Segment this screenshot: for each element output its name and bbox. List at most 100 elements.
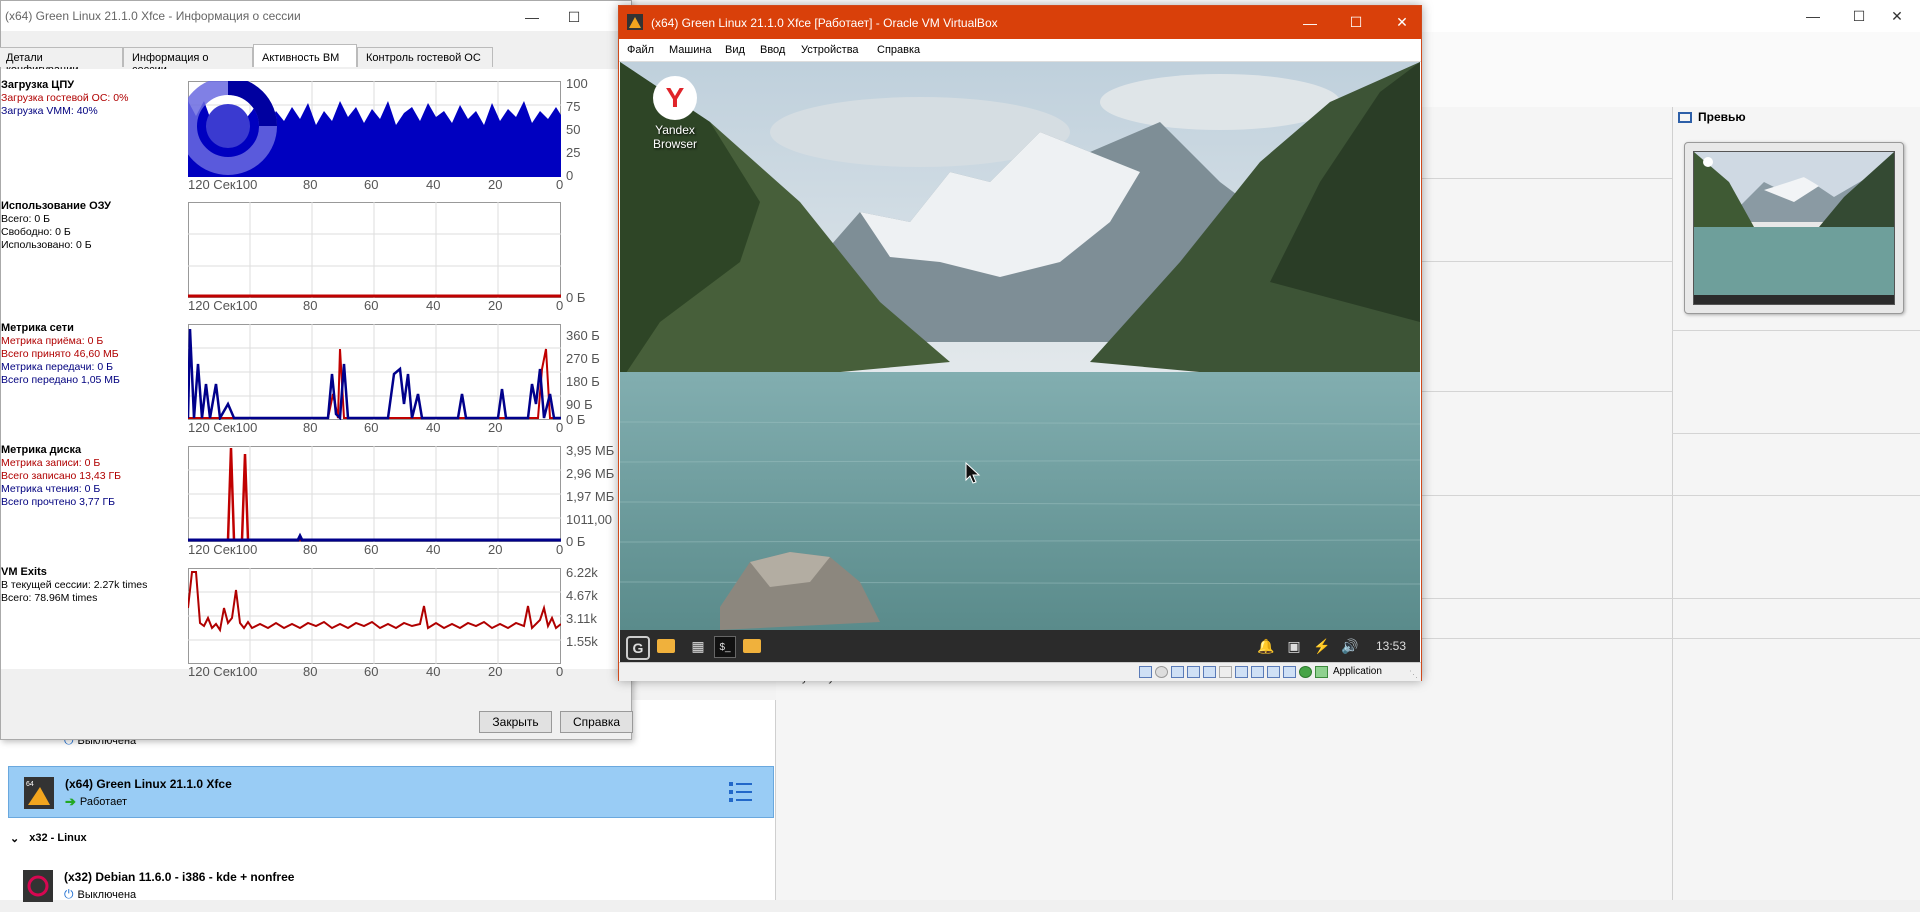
close-icon[interactable]: ✕	[1379, 6, 1425, 39]
tab-guest-control[interactable]: Контроль гостевой ОС	[357, 47, 493, 67]
cpu-x-axis: 120 Сек100 80 60 40 20 0	[188, 177, 564, 192]
disk-write-rate: Метрика записи: 0 Б	[1, 457, 101, 469]
ram-used: Использовано: 0 Б	[1, 239, 92, 251]
host-key-icon[interactable]	[1299, 666, 1312, 678]
session-titlebar: (x64) Green Linux 21.1.0 Xfce - Информац…	[1, 1, 631, 31]
cpu-y-75: 75	[566, 99, 581, 114]
ram-total: Всего: 0 Б	[1, 213, 51, 225]
net-y-360: 360 Б	[566, 328, 600, 343]
apps-grid-icon[interactable]: ▦	[688, 636, 708, 656]
yandex-browser-icon: Y	[653, 76, 697, 120]
debian-icon	[23, 870, 53, 902]
vm-details-menu-icon[interactable]	[729, 781, 753, 803]
host-key-label: Application	[1333, 666, 1382, 677]
close-icon[interactable]: ✕	[1874, 0, 1920, 32]
disk-x-axis: 120 Сек100 80 60 40 20 0	[188, 542, 564, 557]
mouse-pointer-icon	[965, 461, 981, 487]
net-graph	[188, 324, 561, 420]
vm-os-icon: 64	[24, 777, 54, 809]
power-manager-icon[interactable]: ⚡	[1312, 636, 1332, 656]
net-heading: Метрика сети	[1, 322, 74, 334]
folder-icon[interactable]	[656, 636, 676, 656]
resize-grip-icon[interactable]: ⋱	[1409, 669, 1418, 680]
vm-window: (x64) Green Linux 21.1.0 Xfce [Работает]…	[618, 5, 1422, 681]
app-menu-icon[interactable]: G	[626, 636, 650, 660]
virtualbox-app-icon	[627, 14, 643, 30]
cpu-graph	[188, 81, 561, 177]
exits-total: Всего: 78.96M times	[1, 592, 98, 604]
exits-graph	[188, 568, 561, 664]
bell-icon[interactable]: 🔔	[1256, 636, 1276, 656]
mouse-integration-icon[interactable]	[1283, 666, 1296, 678]
vtx-status-icon[interactable]	[1267, 666, 1280, 678]
net-metric-labels: Метрика сети Метрика приёма: 0 Б Всего п…	[1, 322, 120, 387]
menu-file[interactable]: Файл	[627, 44, 654, 56]
exits-metric-labels: VM Exits В текущей сессии: 2.27k times В…	[1, 566, 147, 605]
minimize-icon[interactable]: —	[1287, 6, 1333, 39]
terminal-icon[interactable]: $_	[714, 636, 736, 658]
hdd-status-icon[interactable]	[1139, 666, 1152, 678]
minimize-icon[interactable]: —	[509, 1, 555, 33]
help-button[interactable]: Справка	[560, 711, 633, 733]
usb-status-icon[interactable]	[1203, 666, 1216, 678]
guest-taskbar: G ▦ $_ 🔔 ▣ ⚡ 🔊 13:53	[620, 630, 1420, 662]
vm-titlebar: (x64) Green Linux 21.1.0 Xfce [Работает]…	[619, 6, 1421, 39]
svg-text:64: 64	[26, 781, 34, 788]
cpu-heading: Загрузка ЦПУ	[1, 79, 75, 91]
exits-x-axis: 120 Сек100 80 60 40 20 0	[188, 664, 564, 679]
volume-icon[interactable]: 🔊	[1340, 636, 1360, 656]
keyboard-capture-icon[interactable]	[1315, 666, 1328, 678]
vm-statusbar: Application ⋱	[619, 662, 1421, 681]
disk-read-rate: Метрика чтения: 0 Б	[1, 483, 101, 495]
vm-window-title: (x64) Green Linux 21.1.0 Xfce [Работает]…	[651, 16, 998, 30]
menu-input[interactable]: Ввод	[760, 44, 785, 56]
maximize-icon[interactable]: ☐	[551, 1, 597, 33]
menu-view[interactable]: Вид	[725, 44, 745, 56]
network-status-icon[interactable]	[1187, 666, 1200, 678]
preview-header[interactable]: Превью	[1678, 110, 1746, 124]
tab-vm-activity[interactable]: Активность ВМ	[253, 44, 357, 67]
exits-y-155: 1.55k	[566, 634, 598, 649]
shared-folders-icon[interactable]	[1219, 666, 1232, 678]
vm-name: (x64) Green Linux 21.1.0 Xfce	[65, 777, 232, 791]
cpu-guest-load: Загрузка гостевой ОС: 0%	[1, 92, 129, 104]
audio-status-icon[interactable]	[1171, 666, 1184, 678]
recording-status-icon[interactable]	[1251, 666, 1264, 678]
desktop-icon-yandex[interactable]: Y Yandex Browser	[640, 76, 710, 151]
exits-y-622: 6.22k	[566, 565, 598, 580]
vm-list-item-selected[interactable]: 64 (x64) Green Linux 21.1.0 Xfce ➔ Работ…	[8, 766, 774, 818]
disk-metric-labels: Метрика диска Метрика записи: 0 Б Всего …	[1, 444, 121, 509]
workspace-icon[interactable]: ▣	[1284, 636, 1304, 656]
cpu-y-100: 100	[566, 76, 588, 91]
chevron-down-icon: ⌄	[10, 833, 20, 845]
menu-devices[interactable]: Устройства	[801, 44, 859, 56]
maximize-icon[interactable]: ☐	[1333, 6, 1379, 39]
net-receive-rate: Метрика приёма: 0 Б	[1, 335, 104, 347]
running-arrow-icon: ➔	[65, 794, 76, 809]
disk-y-395: 3,95 МБ	[566, 443, 615, 458]
close-button[interactable]: Закрыть	[479, 711, 552, 733]
exits-heading: VM Exits	[1, 566, 47, 578]
ram-graph	[188, 202, 561, 298]
disk-heading: Метрика диска	[1, 444, 82, 456]
net-y-90: 90 Б	[566, 397, 593, 412]
exits-y-467: 4.67k	[566, 588, 598, 603]
window-title: (x64) Green Linux 21.1.0 Xfce - Информац…	[5, 9, 301, 23]
optical-status-icon[interactable]	[1155, 666, 1168, 678]
menu-help[interactable]: Справка	[877, 44, 920, 56]
display-status-icon[interactable]	[1235, 666, 1248, 678]
minimize-icon[interactable]: —	[1790, 0, 1836, 32]
disk-graph	[188, 446, 561, 542]
vm-state: Работает	[79, 796, 127, 808]
monitor-icon	[1678, 111, 1692, 123]
ram-free: Свободно: 0 Б	[1, 226, 71, 238]
vm-list-item[interactable]: (x32) Debian 11.6.0 - i386 - kde + nonfr…	[8, 860, 774, 912]
vm-group-header[interactable]: ⌄ x32 - Linux	[10, 832, 87, 845]
preview-thumbnail	[1684, 142, 1904, 314]
tab-session-info[interactable]: Информация о сессии	[123, 47, 253, 76]
cpu-y-25: 25	[566, 145, 581, 160]
files-icon[interactable]	[742, 636, 762, 656]
menu-machine[interactable]: Машина	[669, 44, 712, 56]
tab-config-details[interactable]: Детали конфигурации	[0, 47, 123, 76]
guest-desktop[interactable]: Y Yandex Browser	[620, 62, 1420, 630]
